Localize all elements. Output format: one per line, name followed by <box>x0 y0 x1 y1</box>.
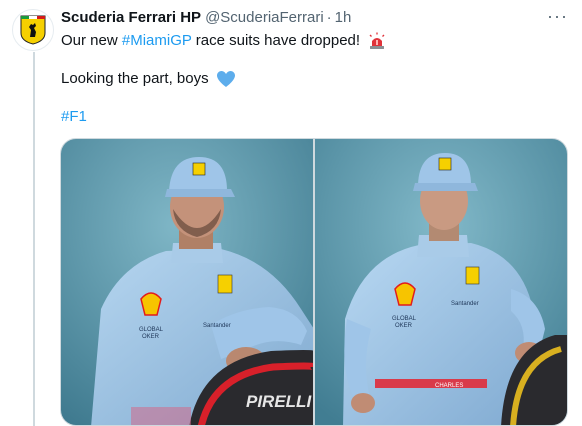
photo-right[interactable]: GLOBAL OKER Santander CHARLES <box>315 139 567 425</box>
media-grid: GLOBAL OKER Santander PIRELLI GLOBAL OKE… <box>60 138 568 426</box>
text-prefix: Our new <box>61 32 122 49</box>
blue-heart-icon <box>216 70 235 87</box>
belt-text-charles: CHARLES <box>435 383 463 389</box>
photo-left-image: GLOBAL OKER Santander PIRELLI <box>61 139 313 425</box>
photo-right-image: GLOBAL OKER Santander CHARLES <box>315 139 567 425</box>
tweet-line-2: Looking the part, boys <box>61 69 561 89</box>
tweet-text: Our new #MiamiGP race suits have dropped… <box>61 31 561 127</box>
tweet-line-3: #F1 <box>61 107 561 127</box>
thread-line <box>33 52 35 426</box>
author-handle[interactable]: @ScuderiaFerrari <box>205 9 324 26</box>
text-suffix: race suits have dropped! <box>191 32 361 49</box>
author-name[interactable]: Scuderia Ferrari HP <box>61 9 201 26</box>
suit-text-santander-right: Santander <box>451 301 479 307</box>
suit-text-oker: OKER <box>142 334 160 340</box>
hashtag-miamigp[interactable]: #MiamiGP <box>122 32 192 49</box>
tweet-header: Scuderia Ferrari HP @ScuderiaFerrari · 1… <box>61 9 351 29</box>
hashtag-f1[interactable]: #F1 <box>61 108 87 125</box>
more-options-button[interactable]: ··· <box>547 6 568 27</box>
suit-text-global-right: GLOBAL <box>392 316 417 322</box>
photo-left[interactable]: GLOBAL OKER Santander PIRELLI <box>61 139 313 425</box>
separator-dot: · <box>326 9 332 26</box>
ferrari-shield-icon <box>20 15 46 45</box>
suit-text-santander: Santander <box>203 323 231 329</box>
text-line-2: Looking the part, boys <box>61 70 209 87</box>
suit-text-global: GLOBAL <box>139 327 164 333</box>
timestamp[interactable]: 1h <box>335 9 352 26</box>
rotating-light-icon <box>369 32 385 50</box>
avatar[interactable] <box>12 9 54 51</box>
more-horizontal-icon: ··· <box>547 6 568 26</box>
tweet-line-1: Our new #MiamiGP race suits have dropped… <box>61 31 561 51</box>
suit-text-oker-right: OKER <box>395 323 413 329</box>
tire-text-pirelli: PIRELLI <box>246 392 312 411</box>
